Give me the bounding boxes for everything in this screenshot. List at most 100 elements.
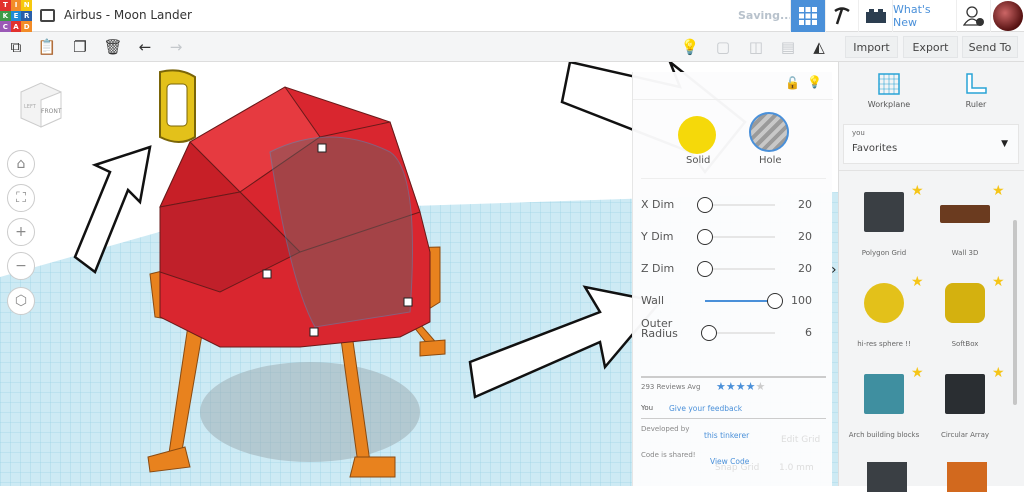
param-value[interactable]: 100 xyxy=(791,294,812,307)
slider-knob[interactable] xyxy=(700,325,717,341)
paste-icon[interactable]: 📋 xyxy=(37,37,57,57)
param-label: Y Dim xyxy=(641,230,674,243)
star-icon: ★ xyxy=(725,380,736,393)
ruler-button[interactable]: Ruler xyxy=(946,72,1006,109)
snap-grid-select[interactable]: 1.0 mm xyxy=(779,463,814,473)
shape-name: hi-res sphere !! xyxy=(857,340,911,348)
dropdown-arrow-icon: ▼ xyxy=(1001,139,1008,149)
3d-design-view-button[interactable] xyxy=(790,0,825,32)
copy-icon[interactable]: ⧉ xyxy=(6,37,26,57)
view-cube-front[interactable]: FRONT xyxy=(41,108,62,115)
favorite-star-icon[interactable]: ★ xyxy=(911,274,924,290)
duplicate-icon[interactable]: ❐ xyxy=(70,37,90,57)
edit-toolbar: ⧉ 📋 ❐ 🗑 ← → 💡 ▢ ◫ ▤ ◭ Import Export Send… xyxy=(0,32,1024,62)
edit-grid-button[interactable]: Edit Grid xyxy=(781,435,820,445)
slider-knob[interactable] xyxy=(697,229,713,245)
param-wall: Wall 100 xyxy=(641,291,826,311)
shape-name: Circular Array xyxy=(940,431,990,439)
slider-knob[interactable] xyxy=(767,293,783,309)
workplane-icon xyxy=(878,73,900,95)
shapes-scrollbar[interactable] xyxy=(1013,220,1017,405)
shape-thumbnail xyxy=(864,192,904,232)
brick-icon xyxy=(865,9,886,23)
lightbulb-icon[interactable]: 💡 xyxy=(680,37,700,57)
favorite-star-icon[interactable]: ★ xyxy=(911,183,924,199)
shape-thumbnail xyxy=(945,283,985,323)
align-icon[interactable]: ▤ xyxy=(778,37,798,57)
slider-knob[interactable] xyxy=(697,197,713,213)
perspective-button[interactable]: ⬡ xyxy=(7,287,35,315)
shape-name: SoftBox xyxy=(951,340,979,348)
param-value[interactable]: 20 xyxy=(798,230,812,243)
param-x-dim: X Dim 20 xyxy=(641,195,826,215)
hole-button[interactable] xyxy=(749,112,789,152)
param-label: Outer Radius xyxy=(641,317,678,340)
workplane-button[interactable]: Workplane xyxy=(859,72,919,109)
trash-icon[interactable]: 🗑 xyxy=(103,37,123,57)
param-slider[interactable] xyxy=(705,293,783,309)
import-button[interactable]: Import xyxy=(845,36,898,58)
star-icon: ★ xyxy=(735,380,746,393)
favorite-star-icon[interactable]: ★ xyxy=(992,365,1005,381)
user-add-icon xyxy=(962,6,984,26)
group-icon[interactable]: ▢ xyxy=(713,37,733,57)
favorite-star-icon[interactable]: ★ xyxy=(911,365,924,381)
you-label: You xyxy=(641,404,654,412)
param-value[interactable]: 6 xyxy=(805,326,812,339)
shape-thumbnail xyxy=(864,283,904,323)
view-cube-left[interactable]: LEFT xyxy=(24,104,36,110)
fit-view-button[interactable]: ⛶ xyxy=(7,184,35,212)
lightbulb-icon[interactable]: 💡 xyxy=(807,75,822,89)
design-title[interactable]: Airbus - Moon Lander xyxy=(64,8,192,22)
category-owner: you xyxy=(852,129,865,137)
solid-label: Solid xyxy=(686,155,711,166)
redo-icon[interactable]: → xyxy=(166,37,186,57)
rating-stars: ★★★★★ xyxy=(716,380,765,393)
param-label: Wall xyxy=(641,294,665,307)
give-feedback-link[interactable]: Give your feedback xyxy=(669,404,742,413)
zoom-out-button[interactable]: − xyxy=(7,252,35,280)
code-shared-label: Code is shared! xyxy=(641,451,696,459)
param-value[interactable]: 20 xyxy=(798,262,812,275)
top-bar: TIN KER CAD Airbus - Moon Lander Saving.… xyxy=(0,0,1024,32)
minecraft-view-button[interactable] xyxy=(825,0,858,32)
bricks-view-button[interactable] xyxy=(858,0,892,32)
solid-button[interactable] xyxy=(678,116,716,154)
lock-icon[interactable]: 🔓 xyxy=(785,76,800,90)
export-button[interactable]: Export xyxy=(903,36,958,58)
tinkercad-logo[interactable]: TIN KER CAD xyxy=(0,0,32,32)
view-cube[interactable]: FRONT LEFT xyxy=(16,80,66,130)
shape-thumbnail xyxy=(945,374,985,414)
undo-icon[interactable]: ← xyxy=(135,37,155,57)
param-value[interactable]: 20 xyxy=(798,198,812,211)
fit-icon: ⛶ xyxy=(16,190,26,206)
grid-icon xyxy=(799,7,817,25)
shape-tile[interactable] xyxy=(867,462,907,492)
hole-label: Hole xyxy=(759,155,782,166)
home-view-button[interactable]: ⌂ xyxy=(7,150,35,178)
whats-new-link[interactable]: What's New xyxy=(892,0,956,32)
workplane-label: Workplane xyxy=(867,100,911,109)
param-slider[interactable] xyxy=(697,261,775,277)
slider-knob[interactable] xyxy=(697,261,713,277)
send-to-button[interactable]: Send To xyxy=(962,36,1018,58)
param-slider[interactable] xyxy=(697,229,775,245)
ungroup-icon[interactable]: ◫ xyxy=(746,37,766,57)
collapse-panel-handle[interactable]: › xyxy=(831,262,837,278)
design-list-icon[interactable] xyxy=(40,9,55,22)
mirror-icon[interactable]: ◭ xyxy=(809,37,829,57)
zoom-in-button[interactable]: + xyxy=(7,218,35,246)
add-user-button[interactable] xyxy=(956,0,990,32)
param-slider[interactable] xyxy=(700,325,775,341)
shapes-panel: Workplane Ruler you Favorites ▼ Polygon … xyxy=(838,62,1024,492)
home-icon: ⌂ xyxy=(16,156,26,172)
category-select[interactable]: you Favorites ▼ xyxy=(843,124,1019,164)
param-outer-radius: Outer Radius 6 xyxy=(641,318,826,343)
favorite-star-icon[interactable]: ★ xyxy=(992,274,1005,290)
favorite-star-icon[interactable]: ★ xyxy=(992,183,1005,199)
shape-name: Arch building blocks xyxy=(848,431,920,439)
param-slider[interactable] xyxy=(697,197,775,213)
user-avatar[interactable] xyxy=(990,0,1024,32)
shape-tile[interactable] xyxy=(947,462,987,492)
developer-link[interactable]: this tinkerer xyxy=(704,431,749,440)
